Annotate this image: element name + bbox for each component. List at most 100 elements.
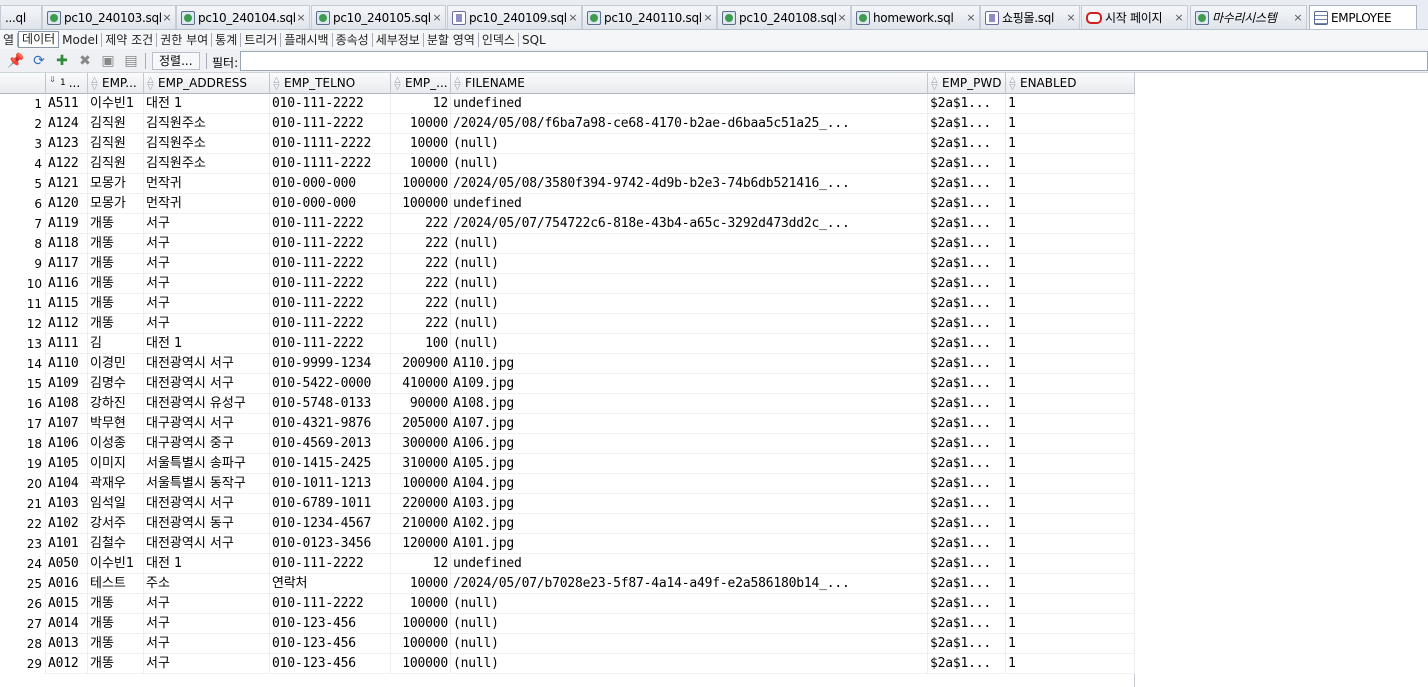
emp-salary-cell[interactable]: 210000 (391, 514, 451, 534)
enabled-cell[interactable]: 1 (1006, 394, 1135, 414)
emp-salary-cell[interactable]: 90000 (391, 394, 451, 414)
emp-address-cell[interactable]: 서구 (144, 614, 270, 634)
emp-telno-cell[interactable]: 010-111-2222 (270, 94, 391, 114)
enabled-cell[interactable]: 1 (1006, 634, 1135, 654)
emp-pwd-cell[interactable]: $2a$1... (928, 94, 1006, 114)
emp-id-cell[interactable]: A050 (46, 554, 88, 574)
filename-cell[interactable]: /2024/05/07/754722c6-818e-43b4-a65c-3292… (451, 214, 928, 234)
emp-telno-cell[interactable]: 010-111-2222 (270, 314, 391, 334)
emp-name-cell[interactable]: 개똥 (88, 314, 144, 334)
table-row[interactable]: 27 A014 개똥 서구 010-123-456 100000 (null) $2a$1..… (0, 614, 1135, 634)
emp-pwd-cell[interactable]: $2a$1... (928, 614, 1006, 634)
emp-pwd-cell[interactable]: $2a$1... (928, 334, 1006, 354)
enabled-cell[interactable]: 1 (1006, 214, 1135, 234)
filename-cell[interactable]: (null) (451, 274, 928, 294)
enabled-cell[interactable]: 1 (1006, 594, 1135, 614)
table-row[interactable]: 12 A112 개똥 서구 010-111-2222 222 (null) $2a$1... 1 (0, 314, 1135, 334)
filename-cell[interactable]: (null) (451, 254, 928, 274)
close-tab-icon[interactable]: × (161, 11, 173, 24)
enabled-cell[interactable]: 1 (1006, 474, 1135, 494)
emp-salary-cell[interactable]: 222 (391, 234, 451, 254)
editor-tab[interactable]: 마수리시스템 × (1190, 5, 1307, 29)
emp-id-cell[interactable]: A108 (46, 394, 88, 414)
filename-cell[interactable]: A104.jpg (451, 474, 928, 494)
filename-cell[interactable]: A109.jpg (451, 374, 928, 394)
subtab[interactable]: 플래시백 (281, 32, 333, 47)
emp-telno-cell[interactable]: 010-000-000 (270, 194, 391, 214)
enabled-cell[interactable]: 1 (1006, 534, 1135, 554)
emp-pwd-cell[interactable]: $2a$1... (928, 434, 1006, 454)
filename-cell[interactable]: A110.jpg (451, 354, 928, 374)
emp-name-cell[interactable]: 이미지 (88, 454, 144, 474)
emp-pwd-cell[interactable]: $2a$1... (928, 634, 1006, 654)
emp-name-cell[interactable]: 김직원 (88, 114, 144, 134)
emp-name-cell[interactable]: 김 (88, 334, 144, 354)
emp-pwd-cell[interactable]: $2a$1... (928, 654, 1006, 674)
emp-salary-cell[interactable]: 222 (391, 294, 451, 314)
sort-button[interactable]: 정렬... (152, 52, 200, 70)
table-row[interactable]: 2 A124 김직원 김직원주소 010-111-2222 10000/2024/05/0… (0, 114, 1135, 134)
table-row[interactable]: 6 A120 모몽가 먼작귀 010-000-000 100000 undefined $2a… (0, 194, 1135, 214)
subtab[interactable]: 제약 조건 (102, 32, 158, 47)
subtab[interactable]: 통계 (212, 32, 242, 47)
emp-id-cell[interactable]: A111 (46, 334, 88, 354)
emp-name-cell[interactable]: 테스트 (88, 574, 144, 594)
filename-cell[interactable]: (null) (451, 614, 928, 634)
emp-name-cell[interactable]: 개똥 (88, 654, 144, 674)
emp-name-cell[interactable]: 이경민 (88, 354, 144, 374)
emp-id-cell[interactable]: A120 (46, 194, 88, 214)
enabled-cell[interactable]: 1 (1006, 494, 1135, 514)
emp-id-cell[interactable]: A118 (46, 234, 88, 254)
enabled-cell[interactable]: 1 (1006, 514, 1135, 534)
emp-name-cell[interactable]: 김철수 (88, 534, 144, 554)
emp-pwd-cell[interactable]: $2a$1... (928, 394, 1006, 414)
enabled-cell[interactable]: 1 (1006, 654, 1135, 674)
editor-tab[interactable]: pc10_240108.sql × (717, 5, 851, 29)
emp-id-cell[interactable]: A015 (46, 594, 88, 614)
emp-name-cell[interactable]: 곽재우 (88, 474, 144, 494)
emp-id-cell[interactable]: A013 (46, 634, 88, 654)
emp-telno-cell[interactable]: 010-123-456 (270, 614, 391, 634)
emp-address-cell[interactable]: 서구 (144, 314, 270, 334)
emp-salary-cell[interactable]: 205000 (391, 414, 451, 434)
emp-address-cell[interactable]: 김직원주소 (144, 114, 270, 134)
filename-cell[interactable]: (null) (451, 334, 928, 354)
column-header-sort[interactable]: ⇓ 1... (46, 73, 88, 94)
enabled-cell[interactable]: 1 (1006, 294, 1135, 314)
emp-address-cell[interactable]: 서구 (144, 254, 270, 274)
emp-salary-cell[interactable]: 10000 (391, 134, 451, 154)
editor-tab[interactable]: EMPLOYEE (1309, 5, 1417, 29)
filename-cell[interactable]: (null) (451, 234, 928, 254)
refresh-icon[interactable]: ⟳ (30, 52, 48, 70)
table-row[interactable]: 5 A121 모몽가 먼작귀 010-000-000 100000/2024/05/08/… (0, 174, 1135, 194)
emp-address-cell[interactable]: 먼작귀 (144, 174, 270, 194)
emp-telno-cell[interactable]: 010-1111-2222 (270, 154, 391, 174)
emp-pwd-cell[interactable]: $2a$1... (928, 194, 1006, 214)
table-row[interactable]: 28 A013 개똥 서구 010-123-456 100000 (null) $2a$1..… (0, 634, 1135, 654)
emp-pwd-cell[interactable]: $2a$1... (928, 214, 1006, 234)
column-header[interactable]: △ ▽ EMP_PWD (928, 73, 1006, 94)
editor-tab[interactable]: homework.sql × (851, 5, 980, 29)
emp-telno-cell[interactable]: 010-1415-2425 (270, 454, 391, 474)
table-row[interactable]: 1 A511 이수빈1 대전 1 010-111-2222 12 undefined $2a$… (0, 94, 1135, 114)
emp-pwd-cell[interactable]: $2a$1... (928, 354, 1006, 374)
emp-pwd-cell[interactable]: $2a$1... (928, 474, 1006, 494)
emp-telno-cell[interactable]: 010-4321-9876 (270, 414, 391, 434)
emp-id-cell[interactable]: A119 (46, 214, 88, 234)
emp-salary-cell[interactable]: 12 (391, 94, 451, 114)
filename-cell[interactable]: (null) (451, 634, 928, 654)
enabled-cell[interactable]: 1 (1006, 334, 1135, 354)
column-header[interactable]: △ ▽ EMP_... (391, 73, 451, 94)
filename-cell[interactable]: undefined (451, 194, 928, 214)
emp-id-cell[interactable]: A104 (46, 474, 88, 494)
emp-pwd-cell[interactable]: $2a$1... (928, 134, 1006, 154)
emp-name-cell[interactable]: 개똥 (88, 614, 144, 634)
enabled-cell[interactable]: 1 (1006, 374, 1135, 394)
emp-address-cell[interactable]: 대전광역시 동구 (144, 514, 270, 534)
editor-tab[interactable]: pc10_240104.sql × (176, 5, 310, 29)
emp-salary-cell[interactable]: 100000 (391, 474, 451, 494)
emp-name-cell[interactable]: 개똥 (88, 254, 144, 274)
emp-pwd-cell[interactable]: $2a$1... (928, 294, 1006, 314)
table-row[interactable]: 3 A123 김직원 김직원주소 010-1111-2222 10000 (null) $2a… (0, 134, 1135, 154)
emp-salary-cell[interactable]: 100000 (391, 174, 451, 194)
